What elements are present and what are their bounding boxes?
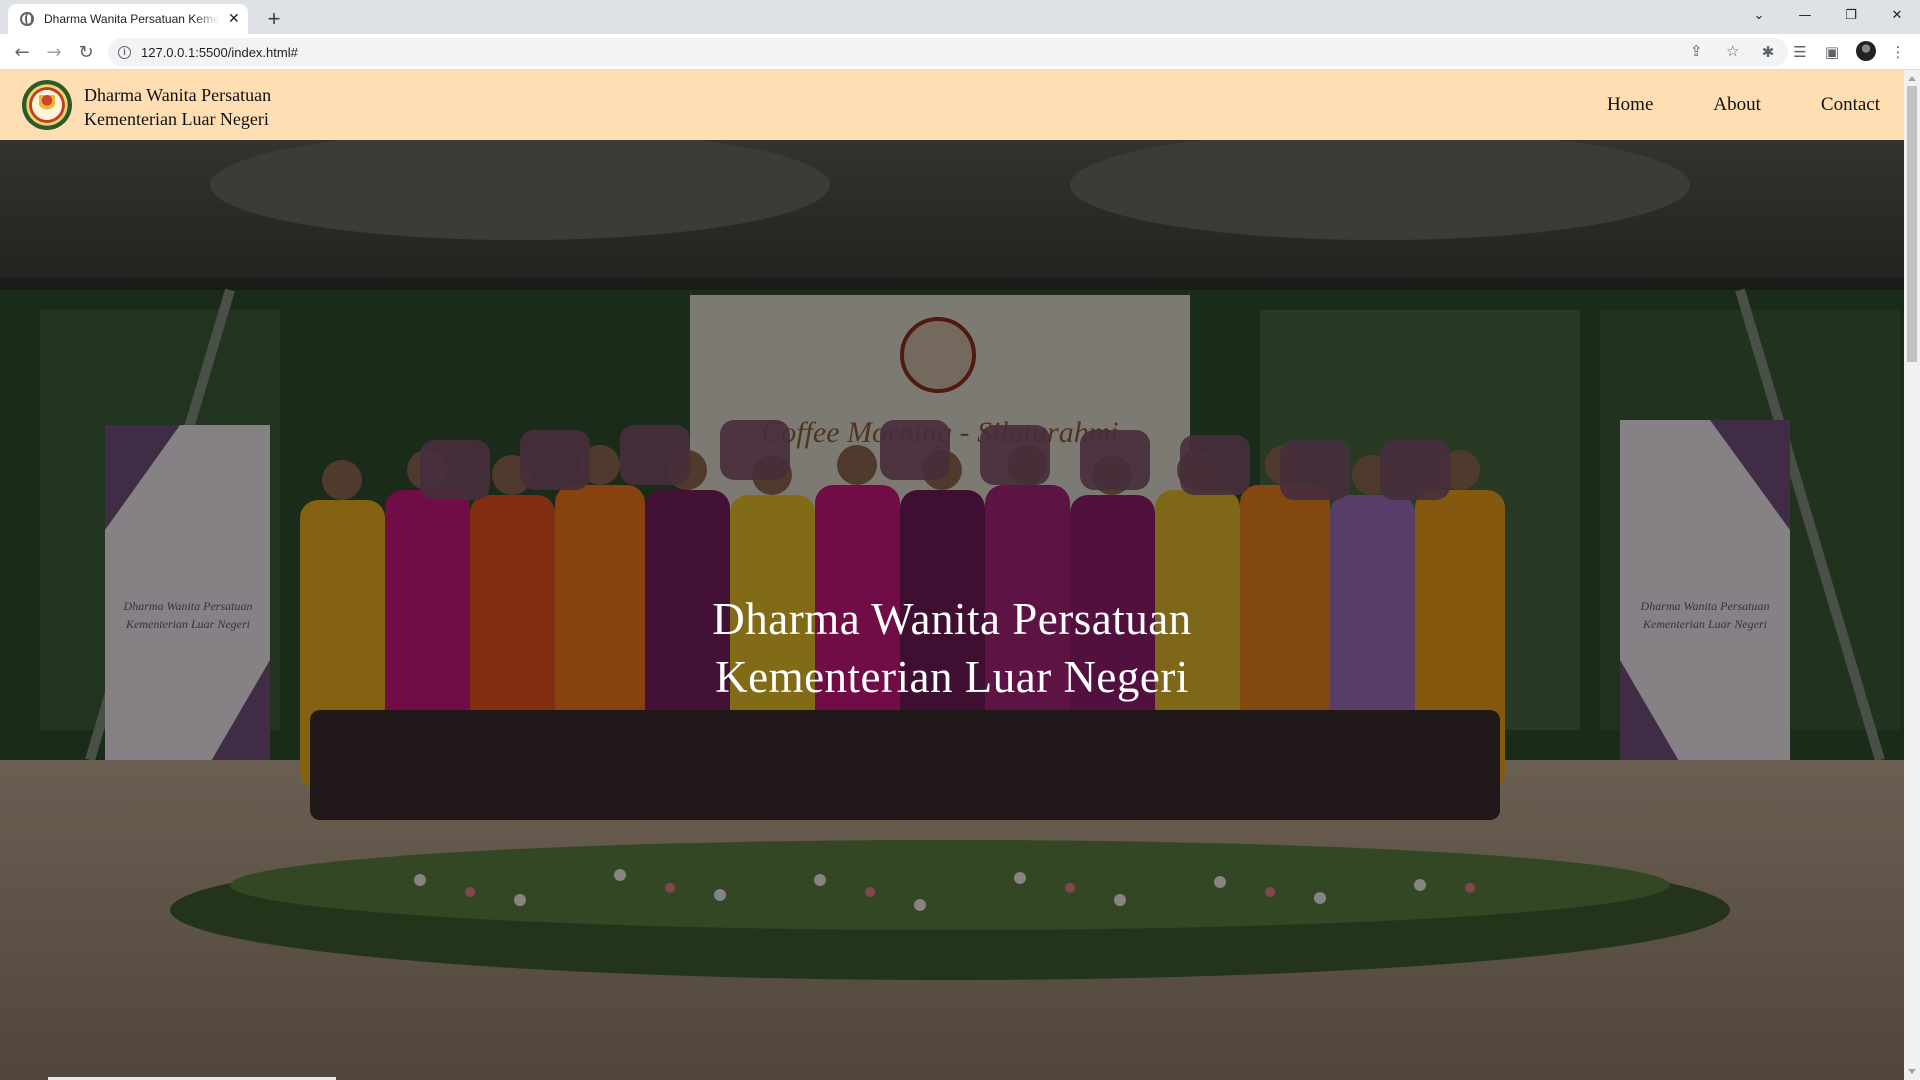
site-header: Dharma Wanita Persatuan Kementerian Luar…: [0, 70, 1904, 140]
nav-contact-link[interactable]: Contact: [1821, 94, 1880, 116]
profile-avatar[interactable]: [1856, 41, 1876, 61]
dwp-logo[interactable]: [22, 80, 72, 130]
address-bar[interactable]: i 127.0.0.1:5500/index.html# ⇪ ☆: [108, 38, 1788, 66]
browser-tab[interactable]: Dharma Wanita Persatuan Kementerian Luar…: [8, 4, 248, 34]
page-scrollbar[interactable]: [1904, 70, 1920, 1080]
side-panel-icon[interactable]: ▣: [1820, 40, 1844, 64]
hero-section: Coffee Morning - Silaturahmi Dharma Wani…: [0, 140, 1904, 1080]
share-icon[interactable]: ⇪: [1690, 42, 1703, 60]
url-text[interactable]: 127.0.0.1:5500/index.html#: [141, 45, 298, 60]
info-icon[interactable]: i: [118, 45, 131, 59]
nav-about-link[interactable]: About: [1713, 94, 1761, 116]
tab-title: Dharma Wanita Persatuan Kementerian Luar…: [44, 12, 220, 26]
nav-home-link[interactable]: Home: [1607, 94, 1653, 116]
back-icon[interactable]: ←: [8, 38, 36, 66]
minimize-button[interactable]: —: [1782, 0, 1828, 30]
reading-list-icon[interactable]: ☰: [1788, 40, 1812, 64]
site-title-line1: Dharma Wanita Persatuan: [84, 85, 272, 105]
hero-title-line1: Dharma Wanita Persatuan: [712, 594, 1192, 644]
restore-button[interactable]: ❐: [1828, 0, 1874, 30]
site-title[interactable]: Dharma Wanita Persatuan Kementerian Luar…: [84, 83, 271, 131]
scroll-up-arrow[interactable]: [1908, 76, 1916, 81]
scroll-down-arrow[interactable]: [1908, 1069, 1916, 1074]
star-icon[interactable]: ☆: [1726, 42, 1739, 60]
extensions-icon[interactable]: ✱: [1756, 40, 1780, 64]
reload-icon[interactable]: ↻: [72, 38, 100, 66]
page-viewport: Dharma Wanita Persatuan Kementerian Luar…: [0, 70, 1904, 1080]
window-controls: ⌄ — ❐ ✕: [1736, 0, 1920, 30]
site-title-line2: Kementerian Luar Negeri: [84, 109, 269, 129]
main-nav: Home About Contact: [1607, 70, 1904, 140]
close-window-button[interactable]: ✕: [1874, 0, 1920, 30]
hero-title-line2: Kementerian Luar Negeri: [715, 652, 1189, 702]
tab-search-button[interactable]: ⌄: [1736, 0, 1782, 30]
hero-title: Dharma Wanita Persatuan Kementerian Luar…: [0, 590, 1904, 706]
tab-close-icon[interactable]: ✕: [228, 12, 240, 26]
browser-toolbar: ← → ↻ i 127.0.0.1:5500/index.html# ⇪ ☆ ✱…: [0, 34, 1920, 70]
tab-strip: Dharma Wanita Persatuan Kementerian Luar…: [0, 0, 1920, 34]
globe-icon: [20, 12, 34, 26]
browser-chrome: Dharma Wanita Persatuan Kementerian Luar…: [0, 0, 1920, 70]
new-tab-button[interactable]: +: [260, 6, 288, 34]
scrollbar-thumb[interactable]: [1907, 86, 1917, 362]
menu-icon[interactable]: ⋮: [1886, 40, 1910, 64]
forward-icon[interactable]: →: [40, 38, 68, 66]
